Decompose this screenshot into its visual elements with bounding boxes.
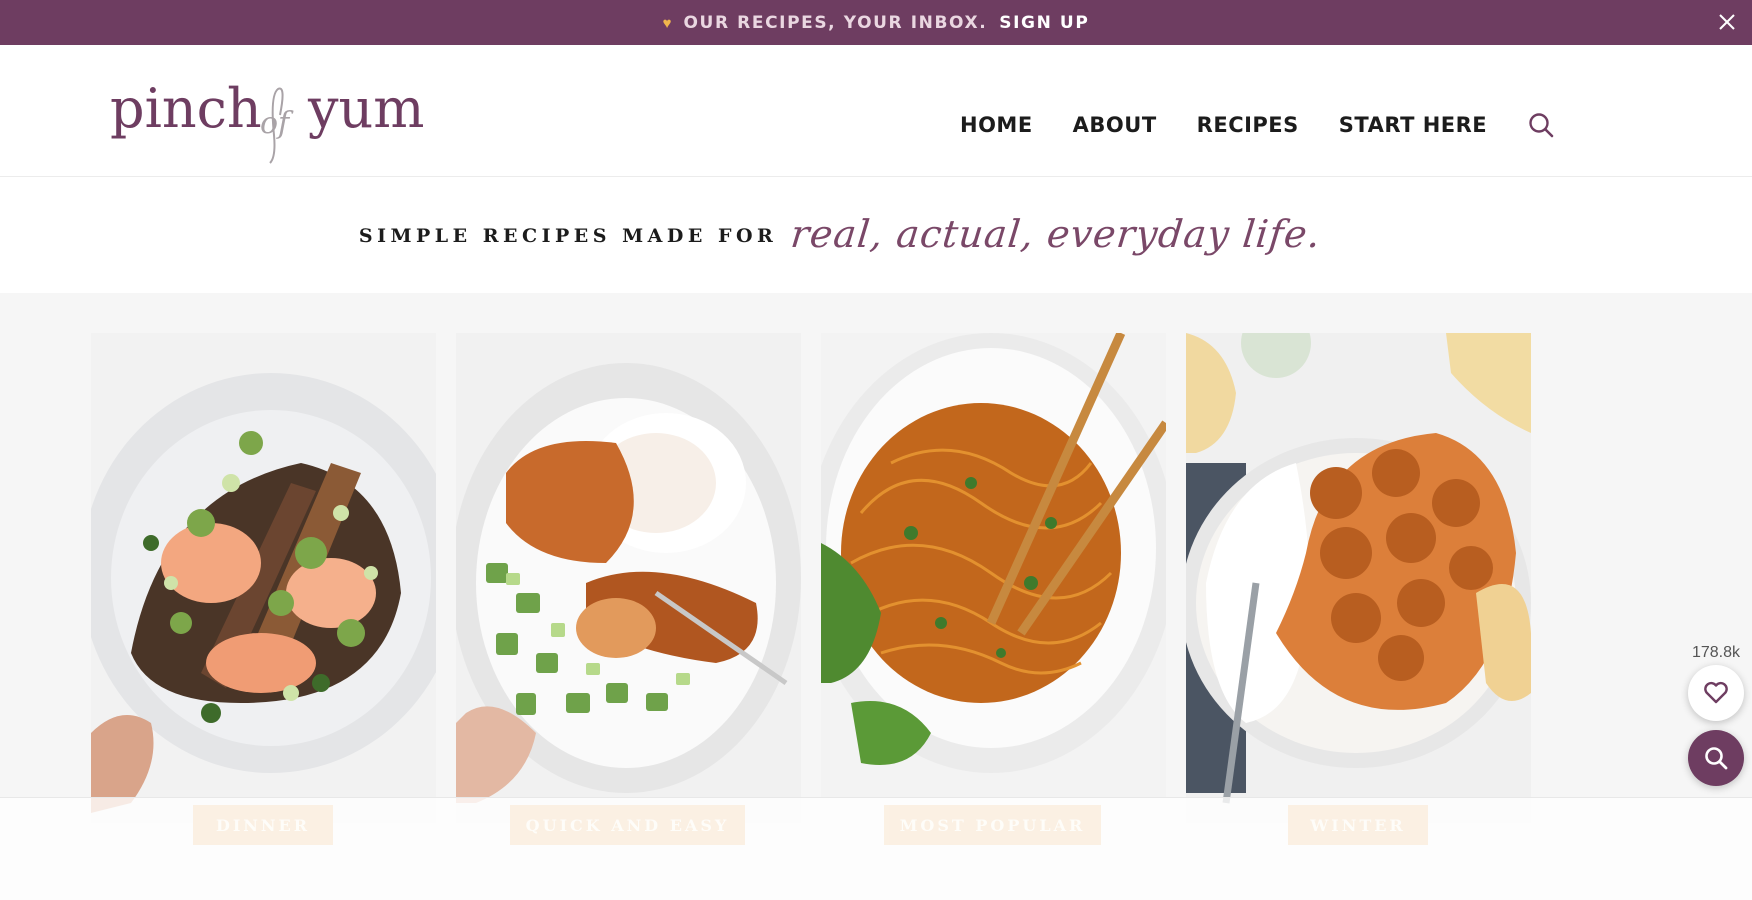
announcement-message: OUR RECIPES, YOUR INBOX. xyxy=(683,12,988,33)
close-icon[interactable] xyxy=(1716,11,1738,33)
search-icon[interactable] xyxy=(1527,111,1555,139)
announcement-bar: ♥ OUR RECIPES, YOUR INBOX. SIGN UP xyxy=(0,0,1752,45)
category-card-dinner[interactable] xyxy=(91,333,436,823)
favorites-count: 178.8k xyxy=(1691,644,1741,661)
nav-home[interactable]: HOME xyxy=(960,113,1033,137)
sign-up-link[interactable]: SIGN UP xyxy=(999,13,1089,33)
winter-food-image xyxy=(1186,333,1531,823)
floating-search-button[interactable] xyxy=(1688,730,1744,786)
quick-and-easy-food-image xyxy=(456,333,801,823)
main-nav: HOME ABOUT RECIPES START HERE xyxy=(960,111,1555,139)
most-popular-food-image xyxy=(821,333,1166,823)
nav-about[interactable]: ABOUT xyxy=(1073,113,1157,137)
category-card-quick-and-easy[interactable] xyxy=(456,333,801,823)
logo-of: of xyxy=(260,106,294,141)
tagline: SIMPLE RECIPES MADE FOR real, actual, ev… xyxy=(0,178,1752,293)
category-pill-most-popular[interactable]: MOST POPULAR xyxy=(884,805,1101,845)
heart-icon: ♥ xyxy=(662,15,672,32)
logo-yum: yum xyxy=(307,77,425,140)
nav-start-here[interactable]: START HERE xyxy=(1339,113,1487,137)
site-header: pinch of yum HOME ABOUT RECIPES START HE… xyxy=(0,45,1752,177)
category-pill-winter[interactable]: WINTER xyxy=(1288,805,1428,845)
category-pill-quick-and-easy[interactable]: QUICK AND EASY xyxy=(510,805,745,845)
dinner-food-image xyxy=(91,333,436,823)
category-card-most-popular[interactable] xyxy=(821,333,1166,823)
favorite-button[interactable] xyxy=(1688,665,1744,721)
search-icon xyxy=(1705,747,1728,770)
category-pill-dinner[interactable]: DINNER xyxy=(193,805,333,845)
site-logo[interactable]: pinch of yum xyxy=(110,75,440,165)
nav-recipes[interactable]: RECIPES xyxy=(1197,113,1299,137)
category-card-winter[interactable] xyxy=(1186,333,1531,823)
logo-pinch: pinch xyxy=(110,77,262,140)
tagline-script: real, actual, everyday life. xyxy=(789,211,1324,256)
heart-outline-icon xyxy=(1704,681,1728,704)
tagline-prefix: SIMPLE RECIPES MADE FOR xyxy=(358,224,778,247)
